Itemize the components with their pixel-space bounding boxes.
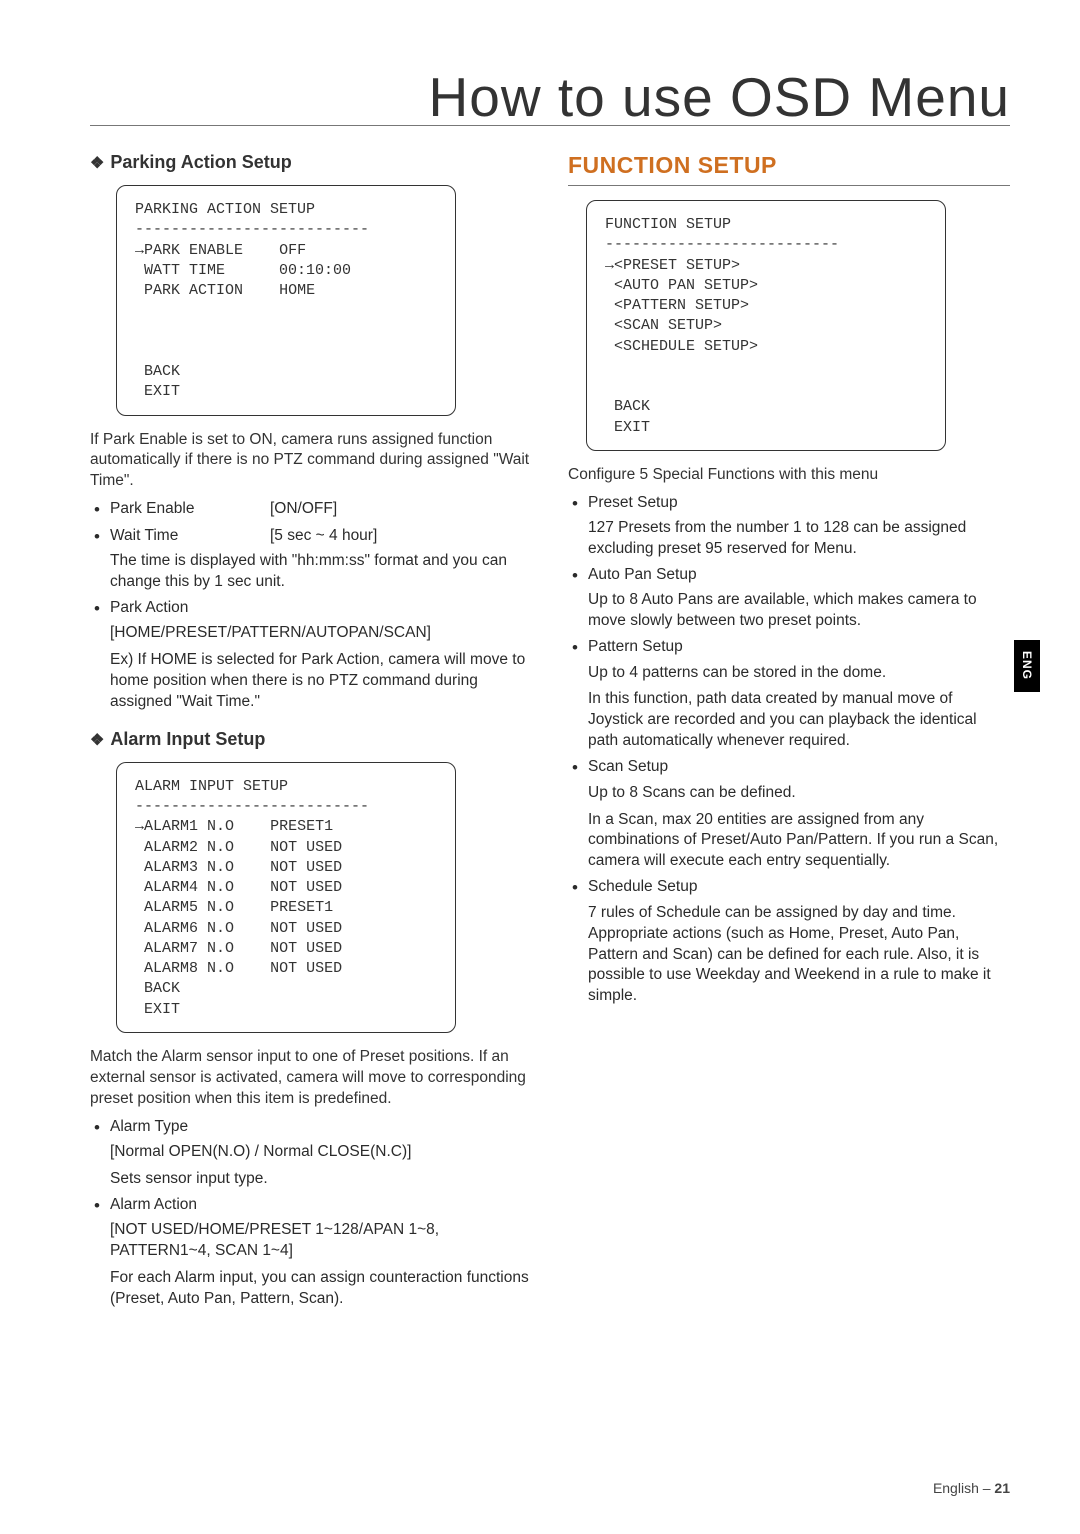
alarm-heading: ❖Alarm Input Setup [90,729,532,750]
alarm-action-label: Alarm Action [110,1196,532,1214]
right-column: FUNCTION SETUP FUNCTION SETUP ----------… [568,152,1010,1316]
scan-setup-label: Scan Setup [588,758,1010,776]
alarm-action-desc: For each Alarm input, you can assign cou… [110,1268,532,1310]
scan-setup-desc: Up to 8 Scans can be defined. [588,783,1010,804]
language-tab: ENG [1014,640,1040,692]
function-setup-heading: FUNCTION SETUP [568,152,1010,186]
park-enable-label: Park Enable [110,500,270,518]
alarm-action-opts: [NOT USED/HOME/PRESET 1~128/APAN 1~8, PA… [110,1220,532,1262]
schedule-setup-label: Schedule Setup [588,878,1010,896]
preset-setup-desc: 127 Presets from the number 1 to 128 can… [588,518,1010,560]
park-action-label: Park Action [110,599,532,617]
wait-time-label: Wait Time [110,527,270,545]
diamond-icon: ❖ [90,732,104,749]
diamond-icon: ❖ [90,155,104,172]
pattern-setup-desc2: In this function, path data created by m… [588,689,1010,752]
alarm-type-opts: [Normal OPEN(N.O) / Normal CLOSE(N.C)] [110,1142,532,1163]
park-action-desc: Ex) If HOME is selected for Park Action,… [110,650,532,713]
autopan-setup-label: Auto Pan Setup [588,566,1010,584]
pattern-setup-desc: Up to 4 patterns can be stored in the do… [588,663,1010,684]
schedule-setup-desc: 7 rules of Schedule can be assigned by d… [588,903,1010,1008]
osd-function-box: FUNCTION SETUP -------------------------… [586,200,946,451]
osd-alarm-box: ALARM INPUT SETUP ----------------------… [116,762,456,1033]
parking-heading: ❖Parking Action Setup [90,152,532,173]
function-intro: Configure 5 Special Functions with this … [568,465,1010,486]
osd-parking-box: PARKING ACTION SETUP -------------------… [116,185,456,416]
page-footer: English – 21 [933,1480,1010,1496]
alarm-intro: Match the Alarm sensor input to one of P… [90,1047,532,1110]
parking-intro: If Park Enable is set to ON, camera runs… [90,430,532,493]
wait-time-value: [5 sec ~ 4 hour] [270,527,377,545]
autopan-setup-desc: Up to 8 Auto Pans are available, which m… [588,590,1010,632]
pattern-setup-label: Pattern Setup [588,638,1010,656]
alarm-type-label: Alarm Type [110,1118,532,1136]
wait-time-desc: The time is displayed with "hh:mm:ss" fo… [110,551,532,593]
alarm-type-desc: Sets sensor input type. [110,1169,532,1190]
park-enable-value: [ON/OFF] [270,500,337,518]
preset-setup-label: Preset Setup [588,494,1010,512]
left-column: ❖Parking Action Setup PARKING ACTION SET… [90,152,532,1316]
park-action-opts: [HOME/PRESET/PATTERN/AUTOPAN/SCAN] [110,623,532,644]
page-title: How to use OSD Menu [429,65,1010,129]
scan-setup-desc2: In a Scan, max 20 entities are assigned … [588,810,1010,873]
